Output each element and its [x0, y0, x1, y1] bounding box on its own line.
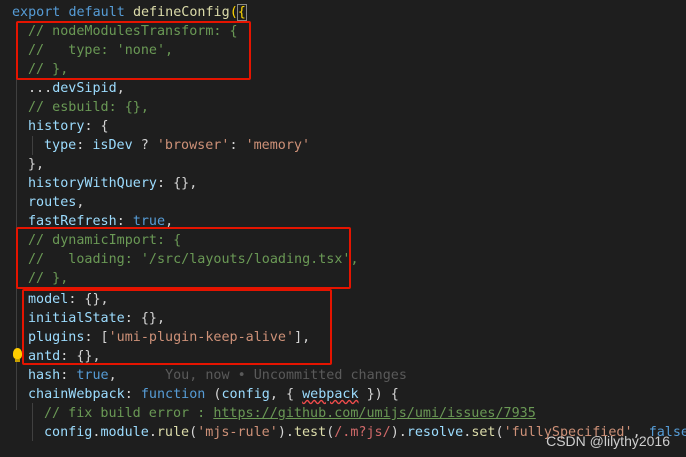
token-boolean: true [76, 368, 109, 383]
token-method: rule [156, 425, 190, 440]
token-property: chainWebpack [28, 387, 125, 402]
code-line-10[interactable]: historyWithQuery: {}, [28, 174, 197, 193]
code-line-7[interactable]: history: { [28, 117, 109, 136]
token-keyword: default [68, 5, 125, 20]
token-variable: devSipid [52, 81, 117, 96]
token-punct: : {}, [157, 176, 198, 191]
token-punct: : [76, 138, 93, 153]
token-comment: // fix build error : [44, 406, 214, 421]
token-punct: : [124, 387, 141, 402]
token-method: test [293, 425, 327, 440]
code-line-9[interactable]: }, [28, 155, 44, 174]
token-punct: . [148, 425, 157, 440]
token-punct: ). [277, 425, 294, 440]
code-line-11[interactable]: routes, [28, 193, 84, 212]
token-punct: : { [84, 119, 109, 134]
code-line-6[interactable]: // esbuild: {}, [28, 98, 149, 117]
code-editor[interactable]: export default defineConfig({ // nodeMod… [0, 0, 686, 457]
watermark: CSDN @lilythy2016 [546, 433, 670, 449]
code-line-20[interactable]: hash: true, You, now • Uncommitted chang… [28, 366, 407, 385]
comment-link[interactable]: https://github.com/umijs/umi/issues/7935 [213, 406, 535, 421]
token-property: hash [28, 368, 61, 383]
token-regex: /.m?js/ [334, 425, 391, 440]
token-property: historyWithQuery [28, 176, 157, 191]
highlight-box-node-modules [16, 21, 251, 80]
code-line-1[interactable]: export default defineConfig({ [12, 3, 247, 22]
token-bracket: { [236, 4, 247, 21]
token-punct: ( [205, 387, 222, 402]
token-operator: ? [132, 138, 157, 153]
token-function: defineConfig [132, 5, 230, 20]
code-line-21[interactable]: chainWebpack: function (config, { webpac… [28, 385, 399, 404]
token-string: 'browser' [156, 138, 230, 153]
token-punct: , [116, 81, 125, 96]
token-variable: config [44, 425, 93, 440]
token-method: set [471, 425, 496, 440]
token-punct: ( [189, 425, 198, 440]
lightbulb-icon[interactable] [13, 348, 22, 362]
token-property: history [28, 119, 85, 134]
token-keyword: export [12, 5, 61, 20]
indent-guide [32, 136, 33, 155]
token-punct: ( [495, 425, 504, 440]
token-spread: ... [28, 81, 53, 96]
git-blame-annotation: You, now • Uncommitted changes [165, 368, 407, 383]
code-line-5[interactable]: ...devSipid, [28, 79, 125, 98]
highlight-box-config [22, 289, 332, 365]
token-keyword: function [140, 387, 206, 402]
token-property: routes [28, 195, 77, 210]
token-punct: : [229, 138, 246, 153]
token-punct: , { [269, 387, 303, 402]
token-string: 'memory' [245, 138, 311, 153]
indent-guide [32, 403, 33, 441]
token-punct: : [60, 368, 77, 383]
token-punct: , [76, 195, 85, 210]
token-punct: , [108, 368, 117, 383]
token-bracket: ( [229, 5, 238, 20]
token-string: 'mjs-rule' [197, 425, 278, 440]
token-property: type [44, 138, 77, 153]
token-property: resolve [406, 425, 464, 440]
token-parameter-error: webpack [302, 387, 359, 402]
highlight-box-dynamic-import [16, 227, 351, 289]
code-line-8[interactable]: type: isDev ? 'browser': 'memory' [44, 136, 310, 155]
token-property: module [100, 425, 149, 440]
code-line-22[interactable]: // fix build error : https://github.com/… [44, 404, 536, 423]
token-variable: isDev [92, 138, 133, 153]
token-punct: }) { [358, 387, 399, 402]
token-punct: ). [390, 425, 407, 440]
token-parameter: config [221, 387, 270, 402]
